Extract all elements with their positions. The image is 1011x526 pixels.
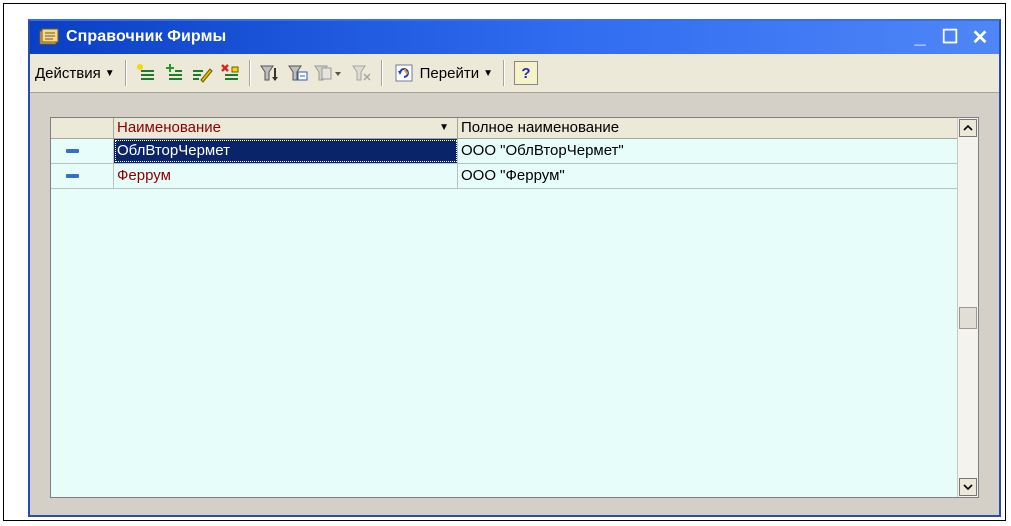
sort-chevron-down-icon[interactable]: ▼ — [439, 118, 449, 138]
help-button[interactable]: ? — [513, 61, 538, 85]
filter-value-button[interactable] — [284, 59, 312, 87]
row-marker-cell — [51, 164, 114, 188]
goto-label: Перейти — [419, 64, 480, 82]
maximize-button[interactable]: ☐ — [937, 25, 963, 49]
filter-icon — [259, 65, 278, 81]
edit-icon — [192, 68, 213, 83]
header-icon-column[interactable] — [51, 118, 114, 138]
catalog-window: Справочник Фирмы _ ☐ ✕ Действия ▼ Перейт… — [28, 19, 1001, 517]
toolbar-separator — [124, 60, 127, 86]
goto-menu-button[interactable]: Перейти ▼ — [388, 59, 498, 87]
column-label: Полное наименование — [461, 119, 620, 136]
chevron-down-icon: ▼ — [483, 67, 493, 79]
scrollbar-thumb[interactable] — [959, 307, 977, 329]
title-bar[interactable]: Справочник Фирмы _ ☐ ✕ — [30, 21, 999, 54]
table-row[interactable]: Феррум ООО "Феррум" — [51, 164, 958, 189]
clear-filter-icon — [351, 65, 371, 81]
catalog-icon — [39, 28, 59, 45]
name-cell[interactable]: Феррум — [114, 164, 458, 188]
filter-button[interactable] — [256, 59, 284, 87]
toolbar-separator — [380, 60, 383, 86]
delete-button[interactable] — [216, 59, 244, 87]
element-minus-icon — [66, 174, 79, 178]
name-cell-selected[interactable]: ОблВторЧермет — [114, 139, 458, 163]
toolbar-separator — [502, 60, 505, 86]
table-row[interactable]: ОблВторЧермет ООО "ОблВторЧермет" — [51, 139, 958, 164]
refresh-icon — [395, 64, 413, 82]
new-item-button[interactable] — [132, 59, 160, 87]
table-body: ОблВторЧермет ООО "ОблВторЧермет" Феррум… — [51, 139, 958, 189]
scroll-up-button[interactable] — [959, 119, 977, 137]
filter-history-icon — [313, 65, 341, 81]
toolbar-separator — [248, 60, 251, 86]
chevron-down-icon: ▼ — [104, 67, 115, 79]
row-marker-cell — [51, 139, 114, 163]
edit-button[interactable] — [188, 59, 216, 87]
chevron-down-icon — [963, 484, 973, 491]
fullname-cell[interactable]: ООО "ОблВторЧермет" — [458, 139, 958, 163]
header-name-column[interactable]: Наименование ▼ — [114, 118, 458, 138]
new-group-button[interactable] — [160, 59, 188, 87]
actions-label: Действия — [35, 64, 101, 82]
filter-value-icon — [287, 65, 308, 81]
close-button[interactable]: ✕ — [967, 25, 993, 49]
vertical-scrollbar[interactable] — [957, 118, 978, 497]
minimize-button[interactable]: _ — [907, 25, 933, 49]
filter-history-button[interactable] — [312, 59, 348, 87]
delete-icon — [220, 64, 239, 80]
window-title: Справочник Фирмы — [66, 28, 227, 45]
toolbar: Действия ▼ Перейти ▼ ? — [30, 54, 999, 93]
new-group-icon — [165, 64, 182, 80]
catalog-table[interactable]: Наименование ▼ Полное наименование ОблВт… — [50, 117, 979, 498]
scroll-down-button[interactable] — [959, 478, 977, 496]
clear-filter-button[interactable] — [348, 59, 376, 87]
actions-menu-button[interactable]: Действия ▼ — [30, 59, 120, 87]
header-fullname-column[interactable]: Полное наименование — [458, 118, 958, 138]
column-label: Наименование — [117, 119, 221, 136]
element-minus-icon — [66, 149, 79, 153]
new-item-icon — [136, 64, 154, 80]
table-header: Наименование ▼ Полное наименование — [51, 118, 958, 139]
fullname-cell[interactable]: ООО "Феррум" — [458, 164, 958, 188]
chevron-up-icon — [963, 124, 973, 131]
